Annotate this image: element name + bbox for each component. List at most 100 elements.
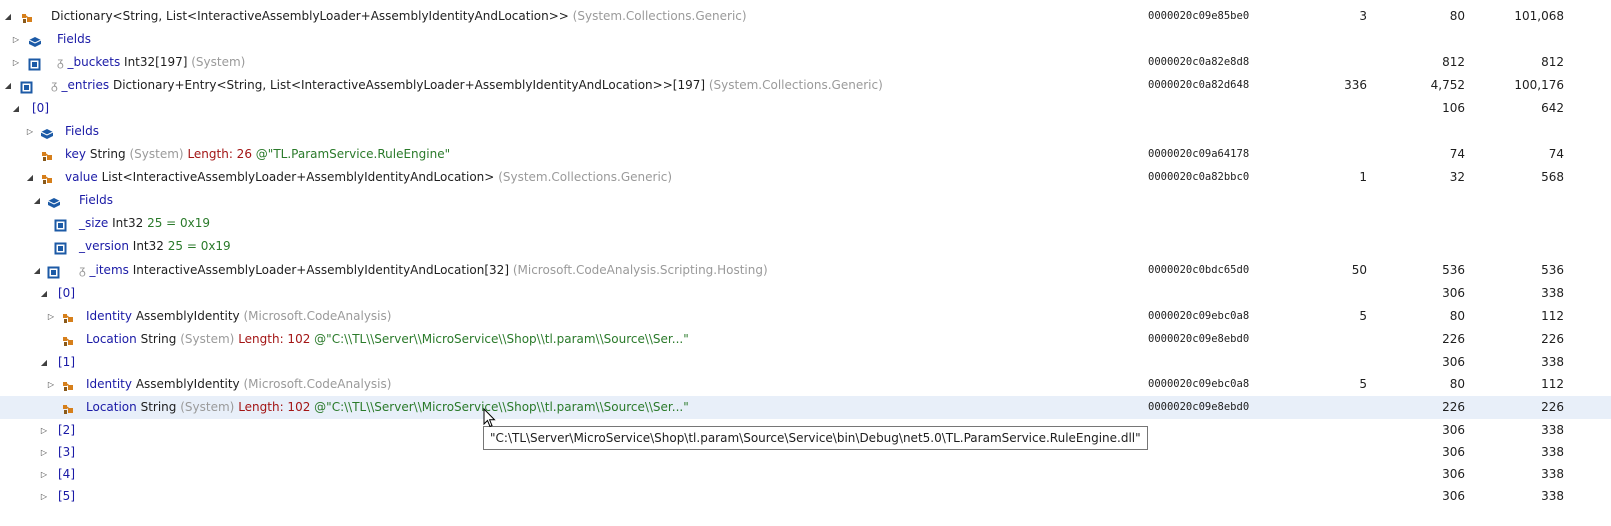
- tree-row-label: _version Int32 25 = 0x19: [79, 235, 231, 258]
- member-namespace: (Microsoft.CodeAnalysis.Scripting.Hostin…: [512, 263, 768, 277]
- tree-row[interactable]: Location String (System) Length: 102 @"C…: [0, 328, 1611, 351]
- collapse-toggle-icon[interactable]: ◢: [39, 351, 49, 374]
- member-name: _buckets: [67, 55, 121, 69]
- member-namespace: (Microsoft.CodeAnalysis): [243, 377, 392, 391]
- retained-size-cell: 101,068: [1514, 9, 1564, 23]
- tree-row[interactable]: ◢ ᵹ _items InteractiveAssemblyLoader+Asse…: [0, 259, 1611, 282]
- expand-toggle-icon[interactable]: ▷: [25, 120, 35, 143]
- size-cell: 80: [1449, 9, 1465, 23]
- member-namespace: (System): [180, 332, 235, 346]
- member-namespace: (System): [129, 147, 184, 161]
- tree-row[interactable]: ◢ ᵹ _entries Dictionary+Entry<String, Lis…: [0, 74, 1611, 97]
- retained-size-cell: 226: [1541, 400, 1564, 414]
- expand-toggle-icon[interactable]: ▷: [46, 373, 56, 396]
- tree-row[interactable]: _version Int32 25 = 0x19: [0, 235, 1611, 258]
- tree-row-label: [0]: [58, 282, 75, 305]
- tree-row[interactable]: Location String (System) Length: 102 @"C…: [0, 396, 1611, 419]
- tree-row-label: ᵹ _items InteractiveAssemblyLoader+Assem…: [79, 259, 768, 282]
- tree-row[interactable]: ◢ Fields: [0, 189, 1611, 212]
- member-type: InteractiveAssemblyLoader+AssemblyIdenti…: [132, 263, 510, 277]
- tree-row[interactable]: ◢ Dictionary<String, List<InteractiveAsse…: [0, 5, 1611, 28]
- retained-size-cell: 338: [1541, 467, 1564, 481]
- object-icon: [20, 10, 34, 23]
- collapse-toggle-icon[interactable]: ◢: [25, 166, 35, 189]
- tree-row[interactable]: ▷ Fields: [0, 120, 1611, 143]
- size-cell: 306: [1442, 286, 1465, 300]
- field-icon: [20, 79, 34, 94]
- member-value: 25 = 0x19: [147, 216, 211, 230]
- member-name: [5]: [58, 489, 75, 503]
- member-name: _items: [89, 263, 129, 277]
- member-type: String: [140, 332, 177, 346]
- retained-size-cell: 338: [1541, 489, 1564, 503]
- collapse-toggle-icon[interactable]: ◢: [3, 74, 13, 97]
- member-namespace: (System.Collections.Generic): [708, 78, 883, 92]
- retained-size-cell: 112: [1541, 309, 1564, 323]
- member-namespace: (System.Collections.Generic): [498, 170, 673, 184]
- retained-size-cell: 812: [1541, 55, 1564, 69]
- tree-row-label: Fields: [65, 120, 99, 143]
- address-cell: 0000020c0a82bbc0: [1148, 171, 1250, 183]
- member-value: Length: 102 @"C:\\TL\\Server\\MicroServi…: [238, 332, 689, 346]
- retained-size-cell: 338: [1541, 355, 1564, 369]
- tree-row[interactable]: ▷ [5] 306 338: [0, 485, 1611, 508]
- retained-size-cell: 642: [1541, 101, 1564, 115]
- tree-row-label: Fields: [79, 189, 113, 212]
- tree-row[interactable]: ◢ [0] 106 642: [0, 97, 1611, 120]
- tree-row-label: Fields: [57, 28, 91, 51]
- collapse-toggle-icon[interactable]: ◢: [11, 97, 21, 120]
- collapse-toggle-icon[interactable]: ◢: [32, 189, 42, 212]
- tree-row[interactable]: ▷ ᵹ _buckets Int32[197] (System) 0000020c…: [0, 51, 1611, 74]
- address-cell: 0000020c09e85be0: [1148, 10, 1250, 22]
- tree-row[interactable]: ◢ value List<InteractiveAssemblyLoader+As…: [0, 166, 1611, 189]
- collapse-toggle-icon[interactable]: ◢: [3, 5, 13, 28]
- tree-row-label: [3]: [58, 441, 75, 464]
- property-icon: [61, 378, 75, 391]
- member-type: String: [89, 147, 126, 161]
- expand-toggle-icon[interactable]: ▷: [39, 463, 49, 486]
- expand-toggle-icon[interactable]: ▷: [11, 51, 21, 74]
- tree-row[interactable]: ▷ Identity AssemblyIdentity (Microsoft.Co…: [0, 305, 1611, 328]
- size-cell: 306: [1442, 445, 1465, 459]
- tree-row[interactable]: ▷ Identity AssemblyIdentity (Microsoft.Co…: [0, 373, 1611, 396]
- fields-icon: [28, 33, 42, 47]
- readonly-marker: ᵹ: [79, 263, 86, 277]
- member-name: [0]: [32, 101, 49, 115]
- tree-row[interactable]: ▷ [4] 306 338: [0, 463, 1611, 486]
- address-cell: 0000020c09e8ebd0: [1148, 333, 1250, 345]
- expand-toggle-icon[interactable]: ▷: [39, 441, 49, 464]
- tree-row-label: Identity AssemblyIdentity (Microsoft.Cod…: [86, 305, 391, 328]
- size-cell: 74: [1449, 147, 1465, 161]
- member-type: Int32[197]: [124, 55, 188, 69]
- expand-toggle-icon[interactable]: ▷: [11, 28, 21, 51]
- tree-row-label: _size Int32 25 = 0x19: [79, 212, 210, 235]
- address-cell: 0000020c0a82e8d8: [1148, 56, 1250, 68]
- member-name: [3]: [58, 445, 75, 459]
- tree-row[interactable]: key String (System) Length: 26 @"TL.Para…: [0, 143, 1611, 166]
- expand-toggle-icon[interactable]: ▷: [39, 419, 49, 442]
- size-cell: 32: [1449, 170, 1465, 184]
- collapse-toggle-icon[interactable]: ◢: [32, 259, 42, 282]
- size-cell: 306: [1442, 355, 1465, 369]
- collapse-toggle-icon[interactable]: ◢: [39, 282, 49, 305]
- member-name: Fields: [57, 32, 91, 46]
- member-namespace: (System): [180, 400, 235, 414]
- field-icon: [54, 217, 68, 232]
- tree-row[interactable]: ◢ [0] 306 338: [0, 282, 1611, 305]
- expand-toggle-icon[interactable]: ▷: [46, 305, 56, 328]
- readonly-marker: ᵹ: [57, 55, 64, 69]
- count-cell: 5: [1359, 309, 1367, 323]
- member-value: 25 = 0x19: [167, 239, 231, 253]
- member-type: Dictionary+Entry<String, List<Interactiv…: [112, 78, 706, 92]
- expand-toggle-icon[interactable]: ▷: [39, 485, 49, 508]
- size-cell: 4,752: [1430, 78, 1465, 92]
- tree-row-label: [0]: [32, 97, 49, 120]
- address-cell: 0000020c0a82d648: [1148, 79, 1250, 91]
- tree-row[interactable]: ◢ [1] 306 338: [0, 351, 1611, 374]
- retained-size-cell: 338: [1541, 423, 1564, 437]
- member-name: Location: [86, 400, 137, 414]
- tree-row[interactable]: ▷ Fields: [0, 28, 1611, 51]
- member-type: String: [140, 400, 177, 414]
- retained-size-cell: 226: [1541, 332, 1564, 346]
- tree-row[interactable]: _size Int32 25 = 0x19: [0, 212, 1611, 235]
